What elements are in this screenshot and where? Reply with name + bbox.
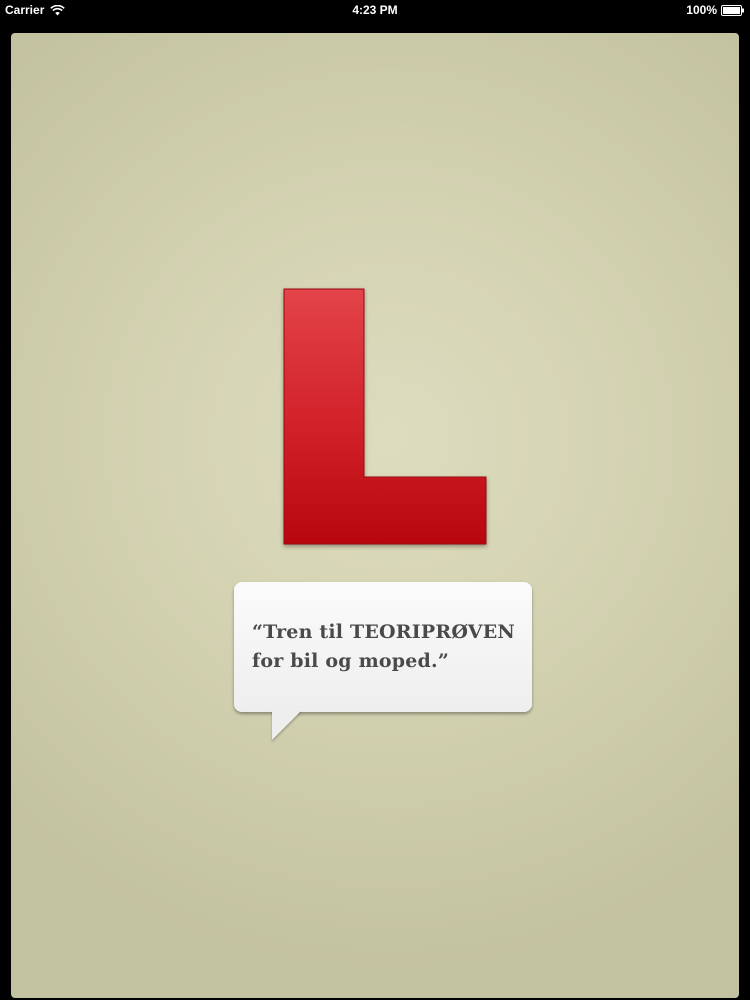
- tagline-line-2: for bil og moped.”: [252, 650, 449, 672]
- battery-icon: [721, 4, 745, 16]
- learner-l-logo: [283, 288, 487, 545]
- status-bar: Carrier 4:23 PM 100%: [0, 0, 750, 20]
- status-right: 100%: [686, 3, 745, 17]
- tagline: “Tren til TEORIPRØVEN for bil og moped.”: [252, 618, 542, 676]
- app-screen: “Tren til TEORIPRØVEN for bil og moped.”: [0, 20, 750, 1000]
- battery-percent: 100%: [686, 3, 717, 17]
- tagline-line-1: “Tren til TEORIPRØVEN: [252, 621, 515, 643]
- speech-bubble-tail: [272, 710, 302, 740]
- clock: 4:23 PM: [352, 3, 398, 17]
